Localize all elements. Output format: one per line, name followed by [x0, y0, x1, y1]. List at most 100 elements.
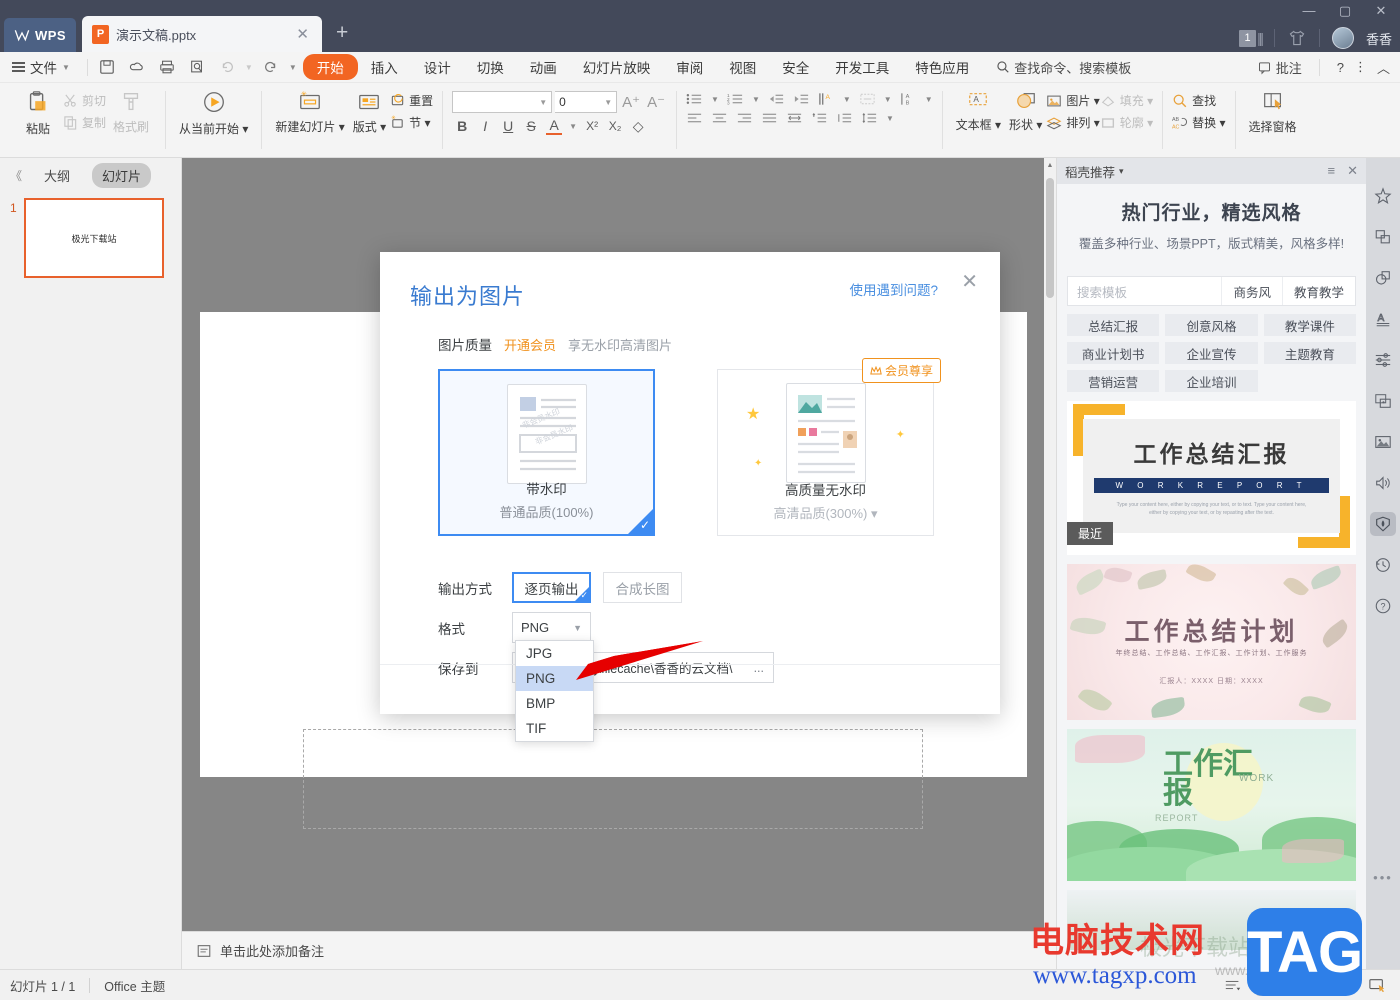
- font-color-dropdown-icon[interactable]: ▼: [569, 122, 577, 131]
- tab-featured-apps[interactable]: 特色应用: [902, 54, 982, 80]
- document-tab[interactable]: P 演示文稿.pptx ✕: [82, 16, 322, 52]
- collapse-panel-button[interactable]: 《: [10, 167, 22, 184]
- align-justify-icon[interactable]: [761, 112, 778, 124]
- bold-button[interactable]: B: [454, 118, 470, 134]
- align-top-icon[interactable]: [811, 112, 828, 124]
- close-window-button[interactable]: ✕: [1372, 3, 1390, 19]
- undo-icon[interactable]: [215, 56, 239, 78]
- tab-insert[interactable]: 插入: [358, 54, 411, 80]
- template-card-2[interactable]: 工作总结计划 年终总结、工作总结、工作汇报、工作计划、工作服务 汇报人：XXXX…: [1067, 564, 1356, 720]
- browse-path-button[interactable]: ...: [748, 661, 764, 675]
- print-preview-icon[interactable]: [185, 56, 209, 78]
- selection-pane-button[interactable]: 选择窗格: [1245, 86, 1301, 135]
- outline-button[interactable]: 轮廓 ▾: [1100, 114, 1153, 131]
- copy-button[interactable]: 复制: [63, 114, 106, 131]
- underline-button[interactable]: U: [500, 118, 516, 134]
- slideshow-view-button[interactable]: [1364, 974, 1390, 996]
- more-options-button[interactable]: ⋮: [1354, 59, 1367, 75]
- align-left-icon[interactable]: [686, 112, 703, 124]
- help-button[interactable]: ?: [1337, 60, 1344, 75]
- close-panel-icon[interactable]: ✕: [1347, 163, 1358, 179]
- print-icon[interactable]: [155, 56, 179, 78]
- content-placeholder[interactable]: [303, 729, 923, 829]
- replace-button[interactable]: AB AC 替换 ▾: [1172, 114, 1225, 131]
- italic-button[interactable]: I: [477, 118, 493, 134]
- chevron-down-icon[interactable]: ▾: [1119, 166, 1124, 177]
- template-search-input[interactable]: 搜索模板: [1068, 282, 1221, 301]
- font-name-input[interactable]: ▼: [452, 91, 553, 113]
- dialog-help-link[interactable]: 使用遇到问题?: [849, 279, 938, 299]
- tab-review[interactable]: 审阅: [663, 54, 716, 80]
- text-align-box-dropdown-icon[interactable]: ▼: [884, 95, 892, 104]
- search-filter-business[interactable]: 商务风: [1221, 277, 1282, 305]
- cloud-sync-icon[interactable]: [125, 56, 149, 78]
- document-count-badge[interactable]: 1 |||: [1239, 29, 1264, 47]
- shape-button[interactable]: 形状 ▾: [1005, 86, 1046, 133]
- save-icon[interactable]: [95, 56, 119, 78]
- paste-button[interactable]: 粘贴: [13, 86, 63, 137]
- reset-button[interactable]: 重置: [390, 92, 433, 109]
- line-spacing-icon[interactable]: [861, 112, 878, 124]
- decrease-indent-icon[interactable]: [768, 92, 785, 106]
- text-direction-dropdown-icon[interactable]: ▼: [843, 95, 851, 104]
- align-middle-icon[interactable]: [836, 112, 853, 124]
- numbered-list-dropdown-icon[interactable]: ▼: [752, 95, 760, 104]
- tag-marketing[interactable]: 营销运营: [1067, 370, 1160, 392]
- line-spacing-dropdown-icon[interactable]: ▼: [886, 114, 894, 123]
- align-center-icon[interactable]: [711, 112, 728, 124]
- tag-business-plan[interactable]: 商业计划书: [1067, 342, 1160, 364]
- close-tab-button[interactable]: ✕: [293, 25, 312, 43]
- quality-card-subtitle[interactable]: 高清品质(300%) ▾: [718, 503, 933, 522]
- tab-design[interactable]: 设计: [411, 54, 464, 80]
- avatar[interactable]: [1331, 27, 1354, 49]
- tab-slides[interactable]: 幻灯片: [92, 162, 152, 188]
- numbered-list-icon[interactable]: 123: [727, 92, 744, 106]
- format-option-jpg[interactable]: JPG: [516, 641, 593, 666]
- start-from-current-button[interactable]: 从当前开始 ▾: [175, 86, 252, 137]
- audio-icon[interactable]: [1370, 471, 1396, 495]
- tab-start[interactable]: 开始: [302, 54, 358, 80]
- bullet-list-dropdown-icon[interactable]: ▼: [711, 95, 719, 104]
- tag-enterprise-promotion[interactable]: 企业宣传: [1165, 342, 1258, 364]
- tab-transition[interactable]: 切换: [464, 54, 517, 80]
- clear-format-button[interactable]: ◇: [630, 118, 646, 135]
- tag-teaching-courseware[interactable]: 教学课件: [1263, 314, 1356, 336]
- superscript-button[interactable]: X²: [584, 119, 600, 133]
- slide-list-item[interactable]: 1 极光下载站: [0, 198, 181, 278]
- word-art-icon[interactable]: A: [1370, 307, 1396, 331]
- minimize-button[interactable]: —: [1300, 3, 1318, 19]
- text-direction-vertical-icon[interactable]: AB: [900, 92, 917, 106]
- tag-enterprise-training[interactable]: 企业培训: [1165, 370, 1258, 392]
- increase-font-size-button[interactable]: A⁺: [620, 93, 642, 111]
- tab-security[interactable]: 安全: [769, 54, 822, 80]
- vertical-direction-dropdown-icon[interactable]: ▼: [925, 95, 933, 104]
- text-align-box-icon[interactable]: [859, 92, 876, 106]
- tab-outline[interactable]: 大纲: [34, 163, 80, 188]
- distribute-icon[interactable]: [786, 112, 803, 124]
- search-filter-education[interactable]: 教育教学: [1281, 277, 1355, 305]
- star-effects-icon[interactable]: [1370, 184, 1396, 208]
- editor-vertical-scrollbar[interactable]: ▲: [1044, 158, 1056, 931]
- find-button[interactable]: 查找: [1172, 92, 1225, 109]
- help-circle-icon[interactable]: ?: [1370, 594, 1396, 618]
- maximize-button[interactable]: ▢: [1336, 3, 1354, 19]
- skin-tshirt-icon[interactable]: [1287, 29, 1307, 47]
- tab-animation[interactable]: 动画: [517, 54, 570, 80]
- subscript-button[interactable]: X₂: [607, 119, 623, 133]
- scrollbar-thumb[interactable]: [1046, 178, 1054, 298]
- settings-sliders-icon[interactable]: [1370, 348, 1396, 372]
- align-right-icon[interactable]: [736, 112, 753, 124]
- layout-button[interactable]: 版式 ▾: [349, 86, 390, 135]
- format-select[interactable]: PNG ▼: [512, 612, 591, 643]
- font-color-button[interactable]: A: [546, 117, 563, 135]
- list-view-icon[interactable]: ≡: [1328, 163, 1336, 179]
- tag-summary-report[interactable]: 总结汇报: [1067, 314, 1160, 336]
- dialog-close-button[interactable]: ✕: [961, 272, 978, 292]
- font-size-input[interactable]: 0 ▼: [555, 91, 618, 113]
- tab-slideshow[interactable]: 幻灯片放映: [570, 54, 664, 80]
- new-tab-button[interactable]: +: [336, 22, 348, 43]
- qat-more-icon[interactable]: ▼: [289, 63, 297, 72]
- file-menu-button[interactable]: 文件 ▼: [0, 57, 80, 77]
- bullet-list-icon[interactable]: [686, 92, 703, 106]
- comment-button[interactable]: 批注: [1257, 58, 1302, 77]
